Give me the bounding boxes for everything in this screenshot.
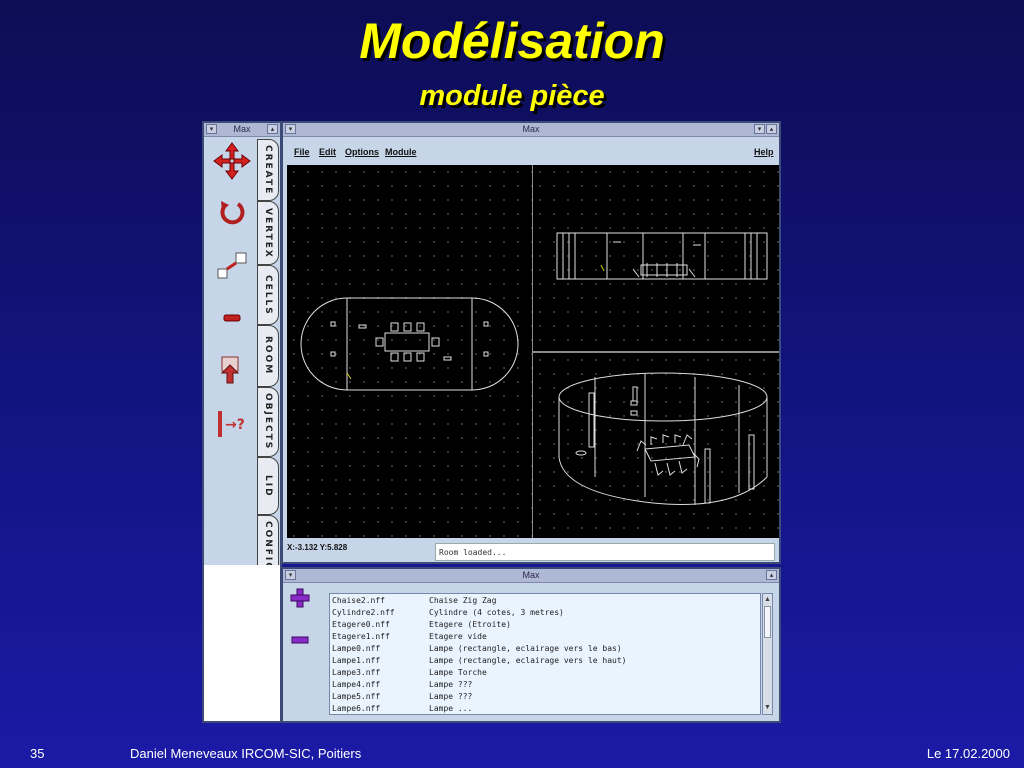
- file-description: Etagere (Etroite): [429, 620, 511, 629]
- file-description: Lampe ...: [429, 704, 473, 713]
- tab-objects[interactable]: OBJECTS: [257, 387, 279, 457]
- file-description: Lampe ???: [429, 692, 473, 701]
- window-menu-icon[interactable]: ▾: [285, 124, 296, 134]
- slide-title: Modélisation: [359, 13, 665, 69]
- tab-cells[interactable]: CELLS: [257, 265, 279, 325]
- room-front-view: [556, 232, 768, 280]
- files-titlebar[interactable]: ▾ Max ▴: [283, 569, 779, 583]
- viewer-window: ▾ Max ▾ ▴ File Edit Options Module Help: [281, 121, 781, 564]
- rotate-icon[interactable]: [212, 193, 252, 233]
- cursor-coordinates: X:-3.132 Y:5.828: [287, 543, 348, 552]
- minus-tool-icon[interactable]: [212, 299, 252, 339]
- file-name: Etagere1.nff: [332, 632, 390, 641]
- footer-date: Le 17.02.2000: [926, 746, 1010, 761]
- svg-text:→?: →?: [225, 417, 245, 433]
- tab-lid[interactable]: LID: [257, 457, 279, 515]
- viewer-title: Max: [522, 124, 540, 134]
- scale-icon[interactable]: [212, 245, 252, 285]
- file-name: Lampe5.nff: [332, 692, 381, 701]
- palette-title: Max: [233, 124, 251, 134]
- menu-help[interactable]: Help: [754, 147, 774, 157]
- file-description: Chaise Zig Zag: [429, 596, 497, 605]
- tool-palette-window: ▾ Max ▴ →? CREATE VERTEX CELLS ROOM OBJE…: [202, 121, 282, 723]
- page-number: 35: [30, 746, 45, 761]
- palette-titlebar[interactable]: ▾ Max ▴: [204, 123, 280, 137]
- file-name: Chaise2.nff: [332, 596, 385, 605]
- download-icon[interactable]: [212, 351, 252, 391]
- maximize-icon[interactable]: ▴: [267, 124, 278, 134]
- file-list-window: ▾ Max ▴ Chaise2.nff Chaise Zig Zag Cylind…: [281, 567, 781, 723]
- tab-create[interactable]: CREATE: [257, 139, 279, 201]
- minus-icon[interactable]: [289, 629, 311, 651]
- files-title: Max: [522, 570, 540, 580]
- file-description: Lampe (rectangle, eclairage vers le bas): [429, 644, 622, 653]
- scroll-thumb[interactable]: [764, 606, 771, 638]
- room-top-view: [300, 297, 519, 391]
- room-perspective-view: [558, 372, 768, 549]
- move-arrows-icon[interactable]: [212, 141, 252, 181]
- window-menu-icon[interactable]: ▾: [206, 124, 217, 134]
- scroll-down-icon[interactable]: ▼: [764, 704, 771, 712]
- footer-author: Daniel Meneveaux IRCOM-SIC, Poitiers: [130, 746, 362, 761]
- file-name: Lampe4.nff: [332, 680, 381, 689]
- file-name: Lampe0.nff: [332, 644, 381, 653]
- file-name: Cylindre2.nff: [332, 608, 395, 617]
- file-description: Lampe Torche: [429, 668, 487, 677]
- file-name: Lampe6.nff: [332, 704, 381, 713]
- menu-file[interactable]: File: [294, 147, 310, 157]
- menu-module[interactable]: Module: [385, 147, 417, 157]
- maximize-icon[interactable]: ▴: [766, 124, 777, 134]
- slide-subtitle: module pièce: [419, 80, 605, 112]
- file-description: Cylindre (4 cotes, 3 metres): [429, 608, 564, 617]
- viewer-titlebar[interactable]: ▾ Max ▾ ▴: [283, 123, 779, 137]
- scroll-up-icon[interactable]: ▲: [764, 596, 771, 604]
- status-message: Room loaded...: [435, 543, 775, 561]
- nff-file-list[interactable]: Chaise2.nff Chaise Zig Zag Cylindre2.nff C…: [329, 593, 761, 715]
- help-cursor-icon[interactable]: →?: [212, 405, 252, 445]
- file-description: Etagere vide: [429, 632, 487, 641]
- tab-room[interactable]: ROOM: [257, 325, 279, 387]
- minimize-icon[interactable]: ▾: [754, 124, 765, 134]
- maximize-icon[interactable]: ▴: [766, 570, 777, 580]
- front-view-viewport[interactable]: [533, 165, 779, 351]
- file-description: Lampe (rectangle, eclairage vers le haut…: [429, 656, 627, 665]
- list-scrollbar[interactable]: ▲ ▼: [762, 593, 773, 715]
- file-name: Lampe1.nff: [332, 656, 381, 665]
- window-menu-icon[interactable]: ▾: [285, 570, 296, 580]
- perspective-view-viewport[interactable]: [533, 353, 779, 549]
- menu-options[interactable]: Options: [345, 147, 379, 157]
- palette-empty-area: [204, 565, 280, 721]
- menu-bar: File Edit Options Module Help: [287, 141, 775, 163]
- file-name: Lampe3.nff: [332, 668, 381, 677]
- top-view-viewport[interactable]: [287, 165, 532, 538]
- file-name: Etagere0.nff: [332, 620, 390, 629]
- file-description: Lampe ???: [429, 680, 473, 689]
- menu-edit[interactable]: Edit: [319, 147, 336, 157]
- plus-icon[interactable]: [289, 587, 311, 609]
- tab-vertex[interactable]: VERTEX: [257, 201, 279, 265]
